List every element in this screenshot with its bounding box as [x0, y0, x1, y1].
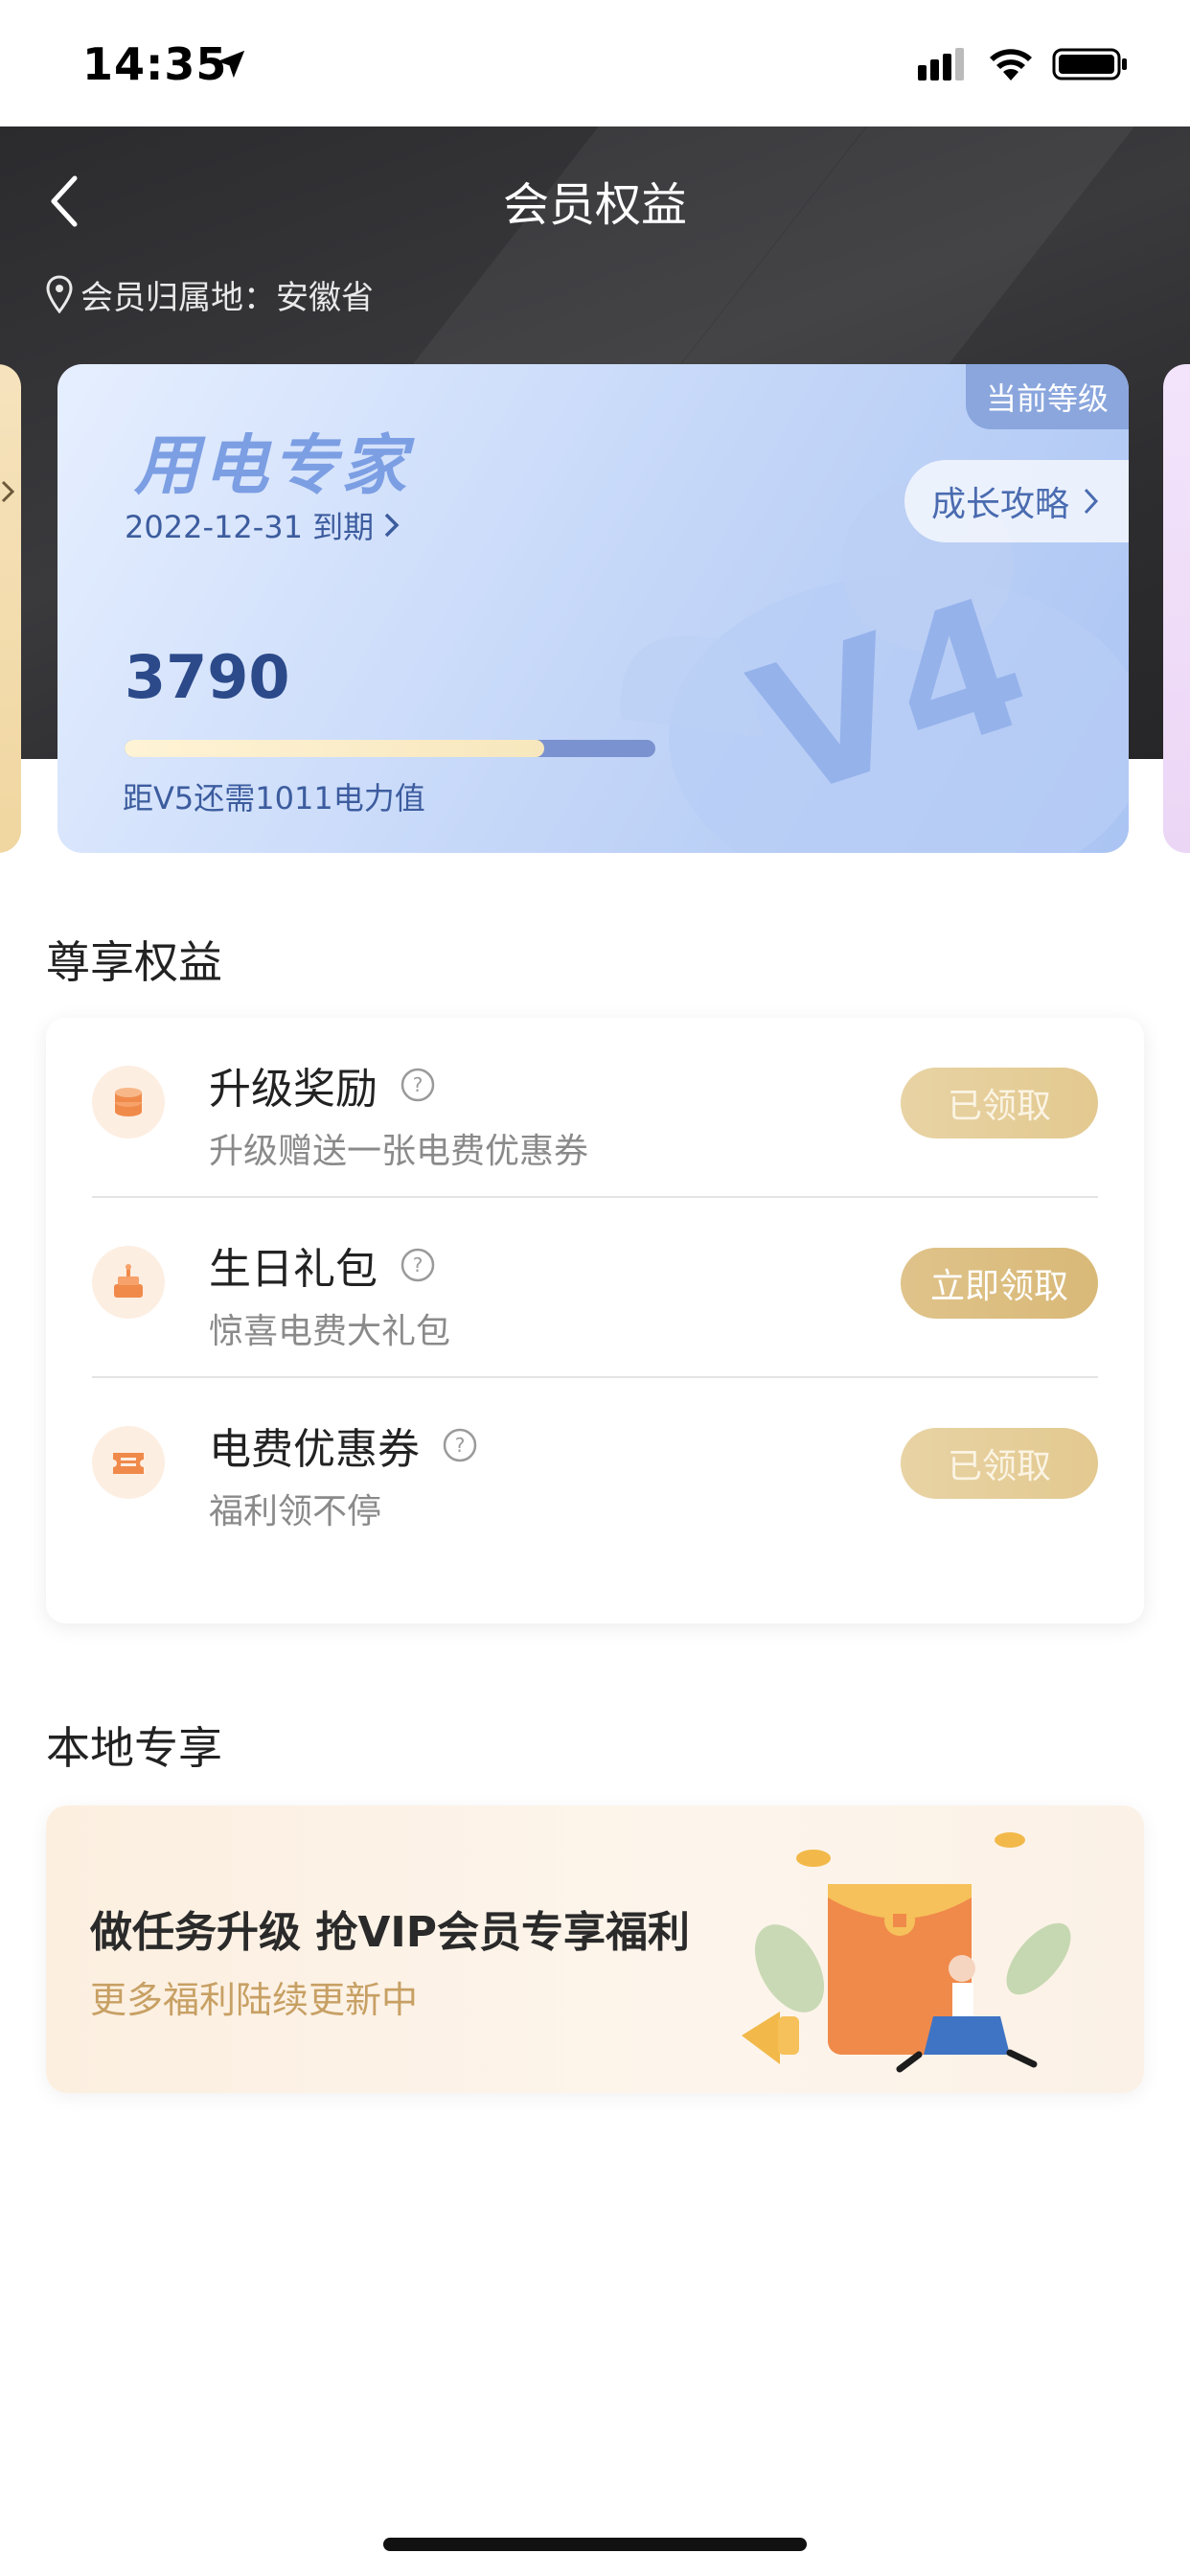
benefit-row-birthday-gift: 生日礼包 ? 惊喜电费大礼包 立即领取: [92, 1198, 1098, 1376]
member-region: 会员归属地：安徽省: [46, 270, 374, 318]
growth-guide-label: 成长攻略: [931, 485, 1070, 524]
previous-level-card[interactable]: [0, 364, 21, 853]
page-title: 会员权益: [502, 178, 687, 232]
home-indicator[interactable]: [383, 2538, 807, 2551]
coin-stack-icon: [92, 1066, 165, 1138]
growth-guide-button[interactable]: 成长攻略: [904, 460, 1129, 542]
benefit-title-text: 生日礼包: [209, 1245, 378, 1294]
level-name: 用电专家: [134, 428, 411, 504]
chevron-right-icon: [1, 480, 15, 503]
level-progress-fill: [125, 740, 544, 757]
benefit-subtitle: 福利领不停: [209, 1492, 382, 1531]
claimed-button[interactable]: 已领取: [901, 1068, 1098, 1138]
page: 14:35 会员权益 会员归属地：安徽省 V4 当前等级 用电专家 2022-1…: [0, 0, 1190, 2576]
expiry-link[interactable]: 2022-12-31 到期: [125, 503, 400, 547]
chevron-right-icon: [384, 513, 400, 538]
next-level-card[interactable]: [1163, 364, 1190, 853]
wifi-icon: [990, 49, 1032, 80]
status-time: 14:35: [82, 38, 228, 90]
benefit-title-text: 升级奖励: [209, 1065, 378, 1114]
local-section-title: 本地专享: [46, 1722, 222, 1774]
claim-now-button[interactable]: 立即领取: [901, 1248, 1098, 1319]
vip-task-promo-banner[interactable]: 做任务升级 抢VIP会员专享福利 更多福利陆续更新中: [46, 1806, 1144, 2093]
benefit-title-text: 电费优惠券: [209, 1425, 420, 1474]
benefit-title: 电费优惠券 ?: [209, 1414, 477, 1476]
benefit-row-upgrade-reward: 升级奖励 ? 升级赠送一张电费优惠券 已领取: [92, 1018, 1098, 1196]
svg-text:?: ?: [455, 1434, 466, 1457]
claimed-button[interactable]: 已领取: [901, 1428, 1098, 1499]
cake-icon: [92, 1246, 165, 1319]
benefits-section-title: 尊享权益: [46, 936, 222, 988]
benefit-subtitle: 升级赠送一张电费优惠券: [209, 1132, 589, 1171]
expiry-date: 2022-12-31 到期: [125, 509, 375, 545]
benefit-row-bill-coupon: 电费优惠券 ? 福利领不停 已领取: [92, 1378, 1098, 1556]
coupon-icon: [92, 1426, 165, 1499]
current-level-tag: 当前等级: [966, 364, 1129, 429]
help-icon[interactable]: ?: [400, 1068, 435, 1102]
promo-subtitle: 更多福利陆续更新中: [90, 1979, 419, 2021]
location-arrow-icon: [217, 50, 245, 79]
help-icon[interactable]: ?: [400, 1248, 435, 1282]
chevron-right-icon: [1084, 488, 1099, 515]
promo-title: 做任务升级 抢VIP会员专享福利: [90, 1908, 690, 1957]
battery-icon: [1052, 48, 1127, 80]
svg-text:?: ?: [413, 1254, 423, 1276]
help-icon[interactable]: ?: [443, 1428, 477, 1462]
status-bar: 14:35: [0, 0, 1190, 126]
benefit-title: 升级奖励 ?: [209, 1054, 435, 1116]
member-region-label: 会员归属地：安徽省: [80, 278, 374, 317]
red-envelope-illustration: [742, 1832, 1071, 2073]
progress-note: 距V5还需1011电力值: [123, 780, 425, 816]
cellular-signal-icon: [918, 48, 964, 80]
member-level-card[interactable]: V4 当前等级 用电专家 2022-12-31 到期 成长攻略 3790 距V5…: [57, 364, 1129, 853]
level-progress-bar: [125, 740, 655, 757]
benefits-list: 升级奖励 ? 升级赠送一张电费优惠券 已领取 生日礼包 ? 惊喜电费大礼包 立即…: [46, 1018, 1144, 1623]
svg-text:?: ?: [413, 1073, 423, 1096]
benefit-title: 生日礼包 ?: [209, 1234, 435, 1296]
benefit-subtitle: 惊喜电费大礼包: [209, 1312, 451, 1351]
location-pin-icon: [46, 275, 73, 313]
power-points-value: 3790: [125, 642, 290, 712]
